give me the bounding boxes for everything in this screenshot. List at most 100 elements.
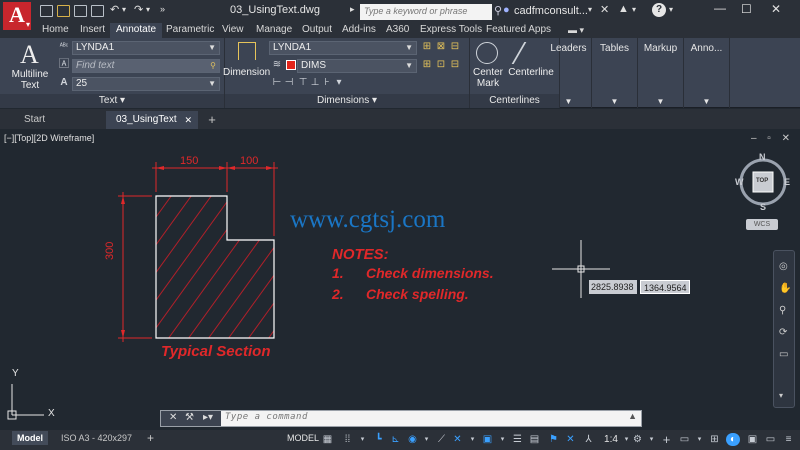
dim-space-icon[interactable]: ⊞: [421, 59, 433, 71]
multiline-text-button[interactable]: Multiline Text: [6, 69, 54, 91]
customization-menu-icon[interactable]: ≡: [782, 433, 795, 446]
notes-title[interactable]: NOTES:: [332, 246, 389, 263]
close-command-line-icon[interactable]: ✕: [169, 412, 177, 423]
dim-adjust-icon[interactable]: ⊥: [309, 77, 321, 89]
open-folder-icon[interactable]: [57, 5, 70, 17]
user-name[interactable]: cadfmconsult...: [514, 5, 588, 17]
dim-continue-icon[interactable]: ⊢: [271, 77, 283, 89]
dim-layer-dropdown[interactable]: DIMS ▼: [297, 59, 417, 73]
dim-more-icon[interactable]: ▾: [333, 77, 345, 89]
isolate-objects-icon[interactable]: ◐: [726, 433, 740, 446]
redo-dropdown-icon[interactable]: ▾: [146, 5, 150, 14]
dim-update-icon[interactable]: ⊞: [421, 41, 433, 53]
command-line-expand-icon[interactable]: ▲: [628, 411, 637, 421]
centerline-icon[interactable]: [511, 42, 547, 64]
viewcube-east[interactable]: E: [784, 177, 790, 187]
dynamic-input-y[interactable]: 1364.9564: [640, 280, 690, 294]
dim-inspect-icon[interactable]: ⊟: [449, 59, 461, 71]
dimension-text-300[interactable]: 300: [104, 242, 116, 260]
command-input[interactable]: Type a command: [225, 412, 308, 422]
annotation-visibility-icon[interactable]: ✕: [564, 433, 577, 446]
showmotion-icon[interactable]: ▭: [779, 349, 788, 360]
pan-icon[interactable]: ✋: [779, 283, 791, 294]
layout-tab-model[interactable]: Model: [12, 431, 48, 445]
close-tab-icon[interactable]: ✕: [184, 111, 192, 129]
dimension-text-100[interactable]: 100: [240, 155, 258, 167]
tab-parametric[interactable]: Parametric: [160, 23, 220, 38]
dimension-lines[interactable]: [118, 162, 278, 342]
units-dropdown-icon[interactable]: ▾: [693, 433, 706, 446]
wcs-menu[interactable]: WCS: [746, 219, 778, 230]
snap-dropdown-icon[interactable]: ▾: [356, 433, 369, 446]
workspace-dropdown-icon[interactable]: ▾: [645, 433, 658, 446]
leaders-panel[interactable]: Leaders ▼: [546, 38, 592, 108]
object-snap-icon[interactable]: ✕: [451, 433, 464, 446]
dim-oblique-icon[interactable]: ⊠: [435, 41, 447, 53]
minimize-icon[interactable]: —: [714, 1, 726, 15]
tab-annotate[interactable]: Annotate: [110, 23, 163, 38]
text-height-dropdown[interactable]: 25 ▼: [72, 77, 220, 91]
isodraft-dropdown-icon[interactable]: ▾: [420, 433, 433, 446]
redo-icon[interactable]: ↷: [134, 3, 143, 16]
viewcube-top-face[interactable]: TOP: [756, 178, 768, 184]
grid-icon[interactable]: ▦: [321, 433, 334, 446]
find-text-input[interactable]: Find text ⚲: [72, 59, 220, 73]
viewcube-south[interactable]: S: [760, 202, 766, 212]
dynamic-ucs-icon[interactable]: ⚑: [547, 433, 560, 446]
note-1-number[interactable]: 1.: [332, 265, 344, 281]
note-2-text[interactable]: Check spelling.: [366, 286, 469, 302]
object-snap-dropdown-icon[interactable]: ▾: [466, 433, 479, 446]
dim-style-dropdown[interactable]: LYNDA1 ▼: [269, 41, 417, 55]
lineweight-dropdown-icon[interactable]: ▾: [496, 433, 509, 446]
file-tab-start[interactable]: Start: [14, 111, 106, 129]
new-layout-icon[interactable]: +: [142, 431, 159, 445]
markup-panel[interactable]: Markup ▼: [638, 38, 684, 108]
snap-icon[interactable]: ⁞⁞: [341, 433, 354, 446]
dimension-icon[interactable]: [238, 42, 256, 60]
center-mark-button[interactable]: Center Mark: [470, 67, 506, 89]
dim-tolerance-icon[interactable]: ⊦: [321, 77, 333, 89]
file-tab-using-text[interactable]: 03_UsingText ✕: [106, 111, 198, 129]
tab-insert[interactable]: Insert: [74, 23, 111, 38]
check-spelling-icon[interactable]: ᴬᴮᶜ: [58, 41, 70, 53]
tab-manage[interactable]: Manage: [250, 23, 298, 38]
new-tab-icon[interactable]: +: [202, 111, 222, 129]
units-icon[interactable]: ▭: [678, 433, 691, 446]
clean-screen-icon[interactable]: ▭: [764, 433, 777, 446]
layout-tab-iso-a3[interactable]: ISO A3 - 420x297: [56, 431, 137, 445]
dimensions-panel-title[interactable]: Dimensions ▾: [225, 94, 469, 108]
annotation-scaling-panel[interactable]: Anno... ▼: [684, 38, 730, 108]
tab-view[interactable]: View: [216, 23, 250, 38]
tab-add-ins[interactable]: Add-ins: [336, 23, 382, 38]
save-icon[interactable]: [74, 5, 87, 17]
quick-dim-icon[interactable]: ⊤: [297, 77, 309, 89]
drawing-canvas[interactable]: [−][Top][2D Wireframe] – ▫ ✕ 150 100 300…: [0, 130, 800, 430]
dim-text-angle-icon[interactable]: ⊟: [449, 41, 461, 53]
isodraft-icon[interactable]: ◉: [406, 433, 419, 446]
text-height-icon[interactable]: A: [58, 77, 70, 89]
help-dropdown-icon[interactable]: ▾: [669, 5, 673, 14]
ortho-icon[interactable]: ┗: [372, 433, 385, 446]
text-style-dropdown[interactable]: LYNDA1 ▼: [72, 41, 220, 55]
tab-express-tools[interactable]: Express Tools: [414, 23, 488, 38]
lineweight-icon[interactable]: ▣: [481, 433, 494, 446]
customize-wrench-icon[interactable]: ⚒: [185, 412, 194, 423]
a360-icon[interactable]: ▲: [618, 3, 629, 15]
search-expand-icon[interactable]: ▸: [350, 4, 355, 15]
selection-cycling-icon[interactable]: ▤: [528, 433, 541, 446]
dim-break-icon[interactable]: ⊣: [283, 77, 295, 89]
section-caption[interactable]: Typical Section: [161, 343, 270, 360]
note-2-number[interactable]: 2.: [332, 286, 344, 302]
text-panel-title[interactable]: Text ▾: [0, 94, 224, 108]
undo-dropdown-icon[interactable]: ▾: [122, 5, 126, 14]
save-as-icon[interactable]: [91, 5, 104, 17]
zoom-extents-icon[interactable]: ⚲: [779, 305, 786, 316]
auto-scale-icon[interactable]: ⅄: [582, 433, 595, 446]
help-icon[interactable]: ?: [652, 3, 666, 17]
tab-featured-apps[interactable]: Featured Apps: [480, 23, 557, 38]
tab-home[interactable]: Home: [36, 23, 75, 38]
steering-wheel-icon[interactable]: ◎: [779, 261, 788, 272]
recent-commands-icon[interactable]: ▸▾: [203, 412, 213, 423]
object-snap-tracking-icon[interactable]: ⟋: [435, 433, 448, 446]
qat-overflow-icon[interactable]: »: [160, 4, 165, 14]
